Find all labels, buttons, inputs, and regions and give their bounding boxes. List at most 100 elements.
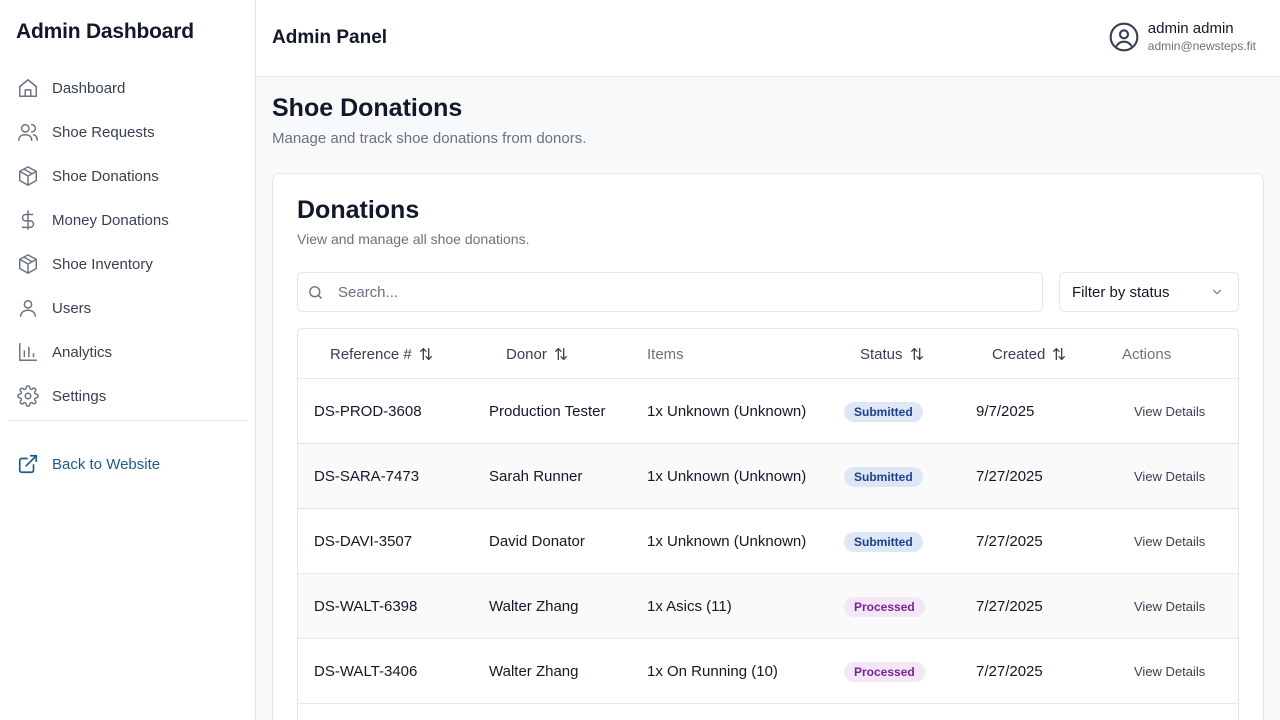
sidebar-item-label: Shoe Donations — [52, 167, 159, 185]
sidebar-item-label: Money Donations — [52, 211, 169, 229]
cell-status: Submitted — [844, 444, 923, 509]
external-link-icon — [16, 452, 40, 476]
cell-actions: View Details — [1126, 379, 1213, 444]
search-icon — [306, 283, 324, 301]
page-subtitle: Manage and track shoe donations from don… — [272, 130, 587, 147]
cell-created: 9/7/2025 — [976, 403, 1035, 420]
sidebar-item-label: Settings — [52, 387, 107, 405]
cell-items: 1x On Running (10) — [647, 663, 778, 680]
cell-status: Processed — [844, 639, 925, 704]
table-header: Reference # Donor Items Status Created A… — [298, 329, 1238, 379]
view-details-button[interactable]: View Details — [1126, 528, 1213, 555]
user-menu[interactable]: admin admin admin@newsteps.fit — [1108, 20, 1256, 53]
user-email: admin@newsteps.fit — [1147, 39, 1256, 53]
cell-donor: Sarah Runner — [489, 468, 583, 485]
view-details-button[interactable]: View Details — [1126, 463, 1213, 490]
column-label: Reference # — [330, 345, 412, 363]
chevron-down-icon — [1210, 285, 1224, 299]
cell-reference: DS-WALT-6398 — [314, 598, 418, 615]
column-header-reference[interactable]: Reference # — [330, 329, 434, 379]
cell-donor: Walter Zhang — [489, 598, 579, 615]
sort-icon — [1051, 346, 1067, 362]
sidebar-item-shoe-donations[interactable]: Shoe Donations — [8, 154, 247, 198]
sidebar-item-money-donations[interactable]: Money Donations — [8, 198, 247, 242]
sidebar-item-settings[interactable]: Settings — [8, 374, 247, 418]
cell-items: 1x Unknown (Unknown) — [647, 468, 807, 485]
top-header: Admin Panel admin admin admin@newsteps.f… — [256, 0, 1280, 77]
status-badge: Submitted — [844, 401, 923, 422]
cell-reference: DS-SARA-7473 — [314, 468, 420, 485]
sidebar-item-users[interactable]: Users — [8, 286, 247, 330]
column-label: Items — [647, 345, 684, 363]
cell-actions: View Details — [1126, 509, 1213, 574]
cell-actions: View Details — [1126, 639, 1213, 704]
table-row: DS-DAVI-3507 David Donator 1x Unknown (U… — [298, 509, 1238, 574]
cell-created: 7/27/2025 — [976, 533, 1043, 550]
donations-table: Reference # Donor Items Status Created A… — [297, 328, 1239, 720]
column-header-items: Items — [647, 329, 684, 379]
sidebar-item-shoe-inventory[interactable]: Shoe Inventory — [8, 242, 247, 286]
table-row: DS-SARA-7473 Sarah Runner 1x Unknown (Un… — [298, 444, 1238, 509]
column-header-actions: Actions — [1122, 329, 1171, 379]
sidebar-item-label: Analytics — [52, 343, 113, 361]
cell-donor: Walter Zhang — [489, 663, 579, 680]
back-to-website-link[interactable]: Back to Website — [16, 452, 160, 476]
column-header-created[interactable]: Created — [992, 329, 1067, 379]
table-row: DS-PROD-3608 Production Tester 1x Unknow… — [298, 379, 1238, 444]
cell-status: Submitted — [844, 509, 923, 574]
column-label: Donor — [506, 345, 547, 363]
sidebar-item-label: Users — [52, 299, 92, 317]
sidebar-item-label: Shoe Inventory — [52, 255, 153, 273]
cell-actions: View Details — [1126, 574, 1213, 639]
search-input[interactable] — [338, 283, 1018, 301]
card-subtitle: View and manage all shoe donations. — [297, 231, 530, 247]
cell-actions: View Details — [1126, 444, 1213, 509]
sort-icon — [553, 346, 569, 362]
column-header-donor[interactable]: Donor — [506, 329, 569, 379]
user-name: admin admin — [1147, 20, 1234, 37]
cell-created: 7/27/2025 — [976, 663, 1043, 680]
sidebar-item-shoe-requests[interactable]: Shoe Requests — [8, 110, 247, 154]
sort-icon — [909, 346, 925, 362]
table-row: DS-WALT-3406 Walter Zhang 1x On Running … — [298, 639, 1238, 704]
sidebar-item-analytics[interactable]: Analytics — [8, 330, 247, 374]
package-icon — [16, 252, 40, 276]
user-avatar-icon — [1108, 21, 1140, 53]
page-title: Shoe Donations — [272, 94, 463, 122]
column-label: Created — [992, 345, 1046, 363]
status-badge: Submitted — [844, 466, 923, 487]
status-filter-select[interactable]: Filter by status — [1059, 272, 1239, 312]
gear-icon — [16, 384, 40, 408]
view-details-button[interactable]: View Details — [1126, 658, 1213, 685]
search-box — [297, 272, 1043, 312]
cell-status: Submitted — [844, 379, 923, 444]
bar-chart-icon — [16, 340, 40, 364]
view-details-button[interactable]: View Details — [1126, 398, 1213, 425]
back-to-website-label: Back to Website — [52, 455, 161, 473]
cell-donor: David Donator — [489, 533, 585, 550]
header-title: Admin Panel — [272, 27, 388, 48]
sidebar-item-dashboard[interactable]: Dashboard — [8, 66, 247, 110]
cell-items: 1x Asics (11) — [647, 598, 732, 615]
column-label: Status — [860, 345, 903, 363]
column-label: Actions — [1122, 345, 1172, 363]
cell-items: 1x Unknown (Unknown) — [647, 533, 807, 550]
home-icon — [16, 76, 40, 100]
dollar-icon — [16, 208, 40, 232]
user-icon — [16, 296, 40, 320]
cell-created: 7/27/2025 — [976, 598, 1043, 615]
status-badge: Processed — [844, 596, 925, 617]
cell-created: 7/27/2025 — [976, 468, 1043, 485]
cell-reference: DS-PROD-3608 — [314, 403, 422, 420]
sidebar: Admin Dashboard Dashboard Shoe Requests … — [0, 0, 256, 720]
user-info: admin admin admin@newsteps.fit — [1148, 20, 1256, 53]
cell-reference: DS-DAVI-3507 — [314, 533, 413, 550]
sidebar-divider — [8, 420, 247, 421]
sidebar-item-label: Shoe Requests — [52, 123, 155, 141]
view-details-button[interactable]: View Details — [1126, 593, 1213, 620]
cell-donor: Production Tester — [489, 403, 606, 420]
cell-reference: DS-WALT-3406 — [314, 663, 418, 680]
column-header-status[interactable]: Status — [860, 329, 925, 379]
donations-card: Donations View and manage all shoe donat… — [272, 173, 1264, 720]
table-row: DS-WALT-6398 Walter Zhang 1x Asics (11) … — [298, 574, 1238, 639]
